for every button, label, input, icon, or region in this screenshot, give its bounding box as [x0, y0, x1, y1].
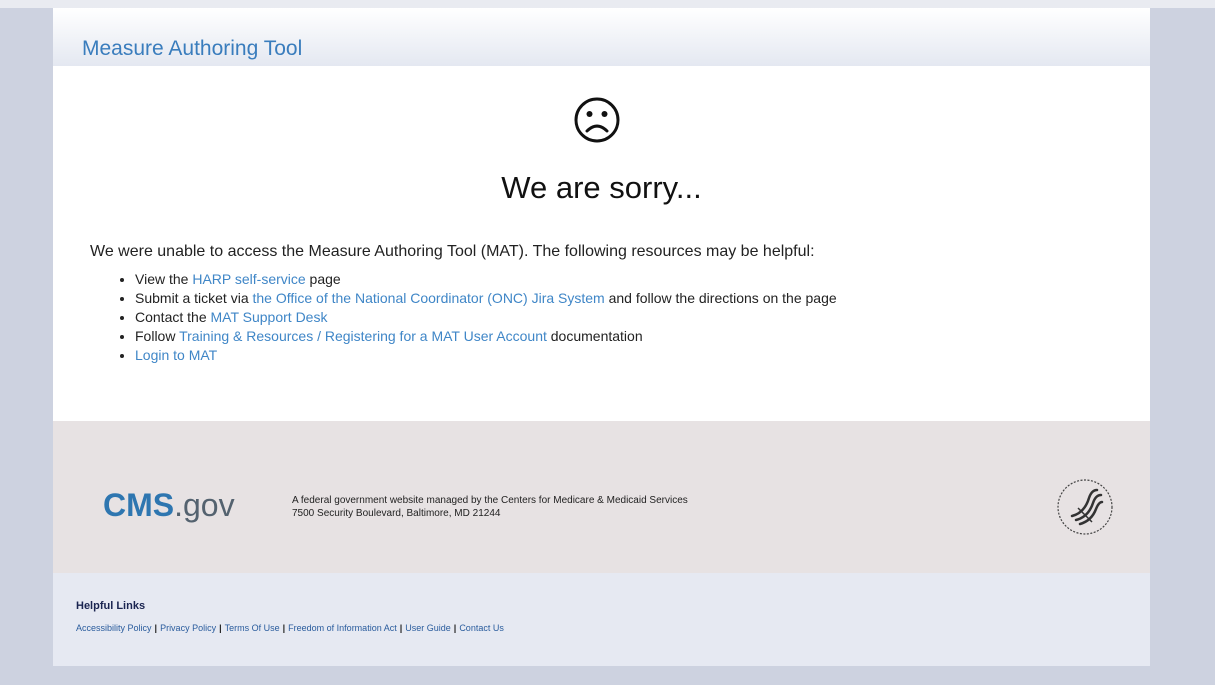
- cms-footer-line1: A federal government website managed by …: [292, 495, 688, 506]
- list-item: Follow Training & Resources / Registerin…: [135, 327, 837, 346]
- header: Measure Authoring Tool: [53, 8, 1150, 66]
- top-strip: [0, 0, 1215, 8]
- error-intro: We were unable to access the Measure Aut…: [90, 243, 815, 260]
- app-title: Measure Authoring Tool: [82, 37, 303, 60]
- helpful-links-title: Helpful Links: [76, 600, 146, 612]
- list-item-text: and follow the directions on the page: [604, 290, 837, 306]
- link-separator: |: [282, 623, 286, 633]
- resource-list: View the HARP self-service page Submit a…: [115, 270, 837, 365]
- accessibility-policy-link[interactable]: Accessibility Policy: [76, 623, 152, 633]
- mat-support-desk-link[interactable]: MAT Support Desk: [211, 309, 328, 325]
- terms-of-use-link[interactable]: Terms Of Use: [225, 623, 280, 633]
- hhs-seal-icon[interactable]: [1056, 478, 1114, 536]
- list-item: Login to MAT: [135, 346, 837, 365]
- user-guide-link[interactable]: User Guide: [405, 623, 451, 633]
- helpful-links-section: Helpful Links Accessibility Policy | Priva…: [53, 573, 1150, 666]
- cms-footer-line2: 7500 Security Boulevard, Baltimore, MD 2…: [292, 508, 501, 519]
- list-item-text: page: [305, 271, 341, 287]
- list-item-text: documentation: [546, 328, 643, 344]
- cms-logo[interactable]: CMS.gov: [103, 487, 235, 524]
- list-item: Contact the MAT Support Desk: [135, 308, 837, 327]
- foia-link[interactable]: Freedom of Information Act: [288, 623, 397, 633]
- cms-footer-text: A federal government website managed by …: [292, 494, 688, 520]
- contact-us-link[interactable]: Contact Us: [459, 623, 504, 633]
- login-to-mat-link[interactable]: Login to MAT: [135, 347, 217, 363]
- onc-jira-link[interactable]: the Office of the National Coordinator (…: [253, 290, 605, 306]
- list-item-text: Submit a ticket via: [135, 290, 253, 306]
- link-separator: |: [219, 623, 222, 633]
- helpful-links-list: Accessibility Policy | Privacy Policy | Term…: [76, 623, 504, 633]
- cms-footer: CMS.gov A federal government website man…: [53, 421, 1150, 573]
- privacy-policy-link[interactable]: Privacy Policy: [160, 623, 216, 633]
- list-item: View the HARP self-service page: [135, 270, 837, 289]
- cms-logo-cms: CMS: [103, 487, 175, 523]
- frowning-face-icon: [574, 97, 620, 143]
- training-resources-link[interactable]: Training & Resources / Registering for a…: [179, 328, 547, 344]
- list-item: Submit a ticket via the Office of the Na…: [135, 289, 837, 308]
- harp-self-service-link[interactable]: HARP self-service: [192, 271, 305, 287]
- list-item-text: View the: [135, 271, 193, 287]
- link-separator: |: [399, 623, 403, 633]
- list-item-text: Contact the: [135, 309, 211, 325]
- link-separator: |: [154, 623, 158, 633]
- cms-logo-gov: .gov: [174, 487, 235, 523]
- list-item-text: Follow: [135, 328, 180, 344]
- error-heading: We are sorry...: [501, 170, 702, 205]
- page-container: Measure Authoring Tool We are sorry... W…: [53, 8, 1150, 666]
